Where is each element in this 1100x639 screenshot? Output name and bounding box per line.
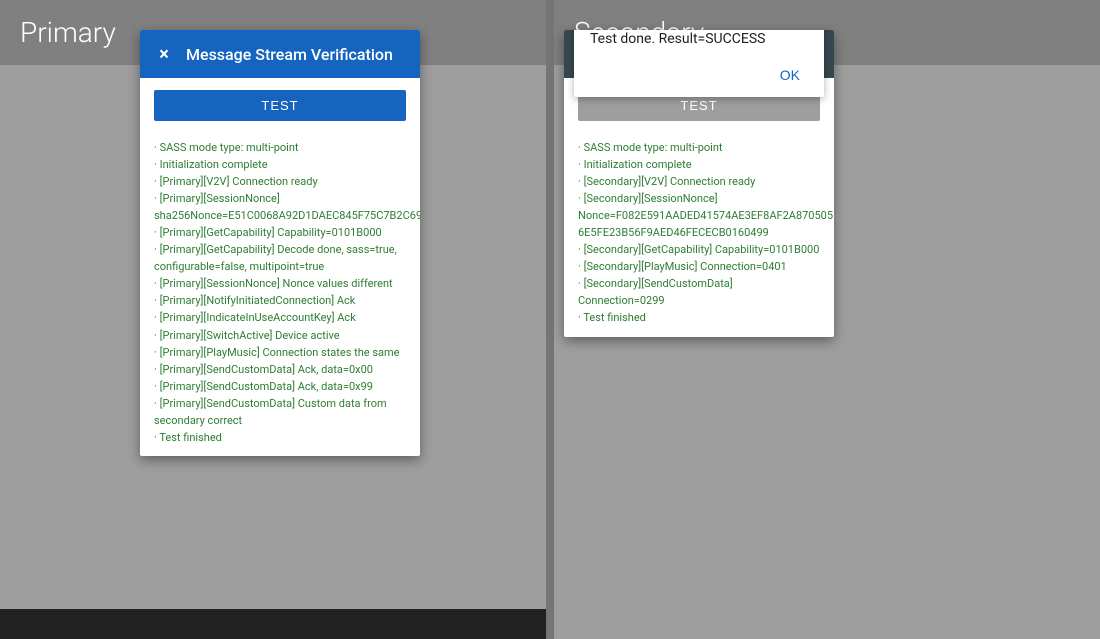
log-line: · Initialization complete [154,156,406,173]
right-panel: Secondary × Message Stream Verification … [554,0,1100,639]
log-line: · Test finished [154,429,406,446]
left-dialog-title: Message Stream Verification [186,45,393,64]
left-test-button[interactable]: TEST [154,90,406,121]
log-line: · [Primary][GetCapability] Capability=01… [154,224,406,241]
log-line: · [Primary][NotifyInitiatedConnection] A… [154,292,406,309]
log-line: · [Secondary][SessionNonce] Nonce=F082E5… [578,190,820,241]
log-line: · [Secondary][V2V] Connection ready [578,173,820,190]
left-dialog-header: × Message Stream Verification [140,30,420,78]
log-line: · [Primary][IndicateInUseAccountKey] Ack [154,309,406,326]
log-line: · [Primary][SessionNonce] Nonce values d… [154,275,406,292]
log-line: · Test finished [578,309,820,326]
log-line: · [Primary][GetCapability] Decode done, … [154,241,406,275]
ok-button-container: OK [590,63,808,87]
log-line: · SASS mode type: multi-point [578,139,820,156]
left-panel-bottom-bar [0,609,546,639]
result-text: Test done. Result=SUCCESS [590,31,808,47]
log-line: · SASS mode type: multi-point [154,139,406,156]
log-line: · [Secondary][SendCustomData] Connection… [578,275,820,309]
left-dialog-log: · SASS mode type: multi-point· Initializ… [140,133,420,456]
left-dialog: × Message Stream Verification TEST · SAS… [140,30,420,456]
left-panel: Primary × Message Stream Verification TE… [0,0,546,639]
log-line: · [Primary][SendCustomData] Ack, data=0x… [154,378,406,395]
left-close-button[interactable]: × [152,42,176,66]
log-line: · [Primary][SwitchActive] Device active [154,327,406,344]
right-dialog: × Message Stream Verification TEST · SAS… [564,30,834,337]
log-line: · [Secondary][PlayMusic] Connection=0401 [578,258,820,275]
primary-label: Primary [20,16,116,49]
log-line: · Initialization complete [578,156,820,173]
panel-divider [546,0,554,639]
result-popup: Test done. Result=SUCCESS OK [574,30,824,97]
log-line: · [Primary][V2V] Connection ready [154,173,406,190]
log-line: · [Primary][SendCustomData] Custom data … [154,395,406,429]
right-dialog-log: · SASS mode type: multi-point· Initializ… [564,133,834,337]
log-line: · [Primary][SendCustomData] Ack, data=0x… [154,361,406,378]
ok-button[interactable]: OK [772,63,808,87]
log-line: · [Primary][SessionNonce] sha256Nonce=E5… [154,190,406,224]
log-line: · [Primary][PlayMusic] Connection states… [154,344,406,361]
log-line: · [Secondary][GetCapability] Capability=… [578,241,820,258]
